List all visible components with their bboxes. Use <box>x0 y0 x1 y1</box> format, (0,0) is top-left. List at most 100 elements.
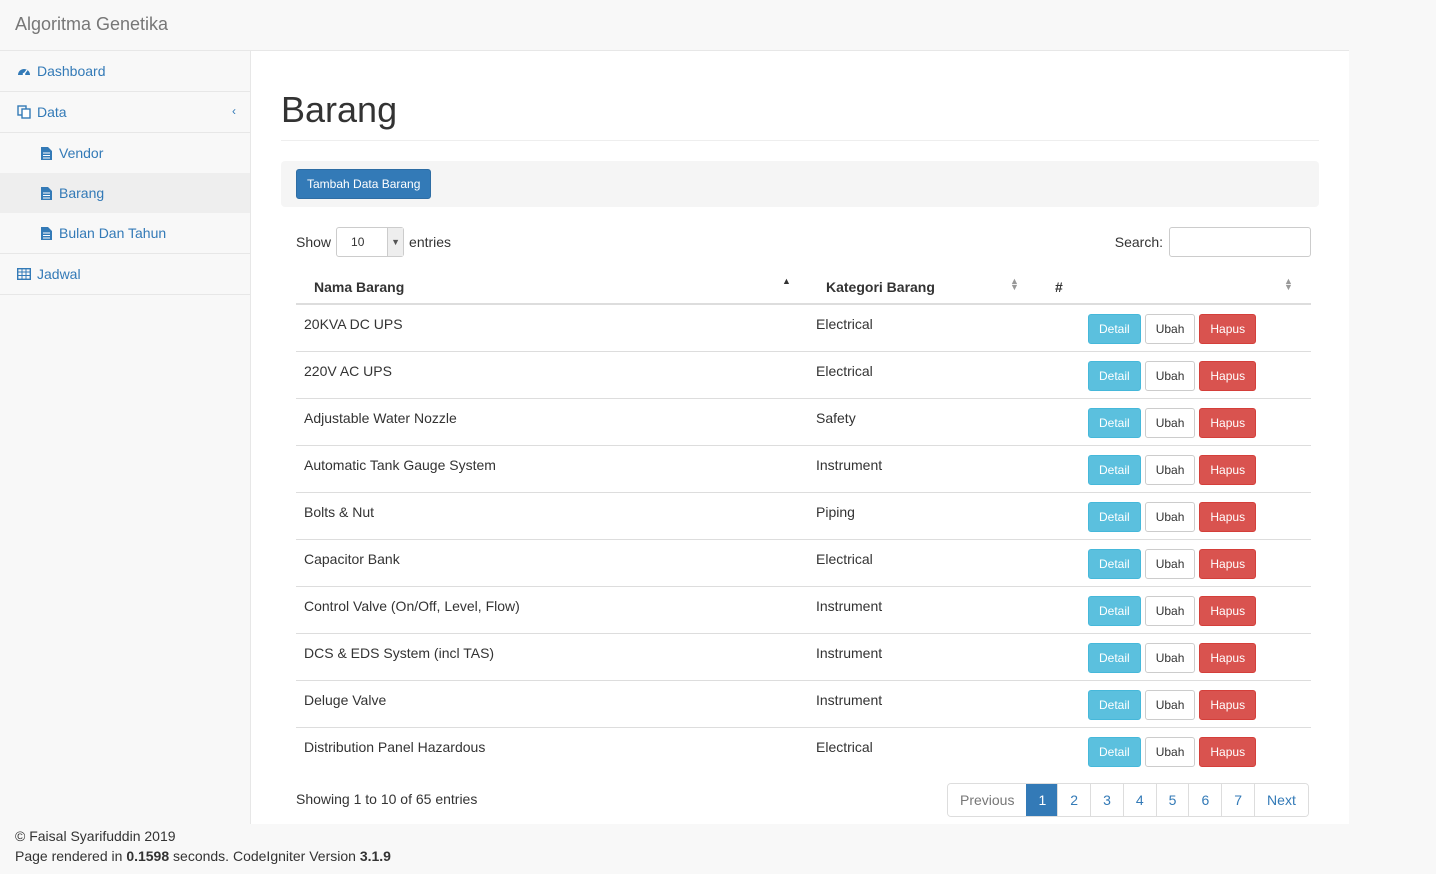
delete-button[interactable]: Hapus <box>1199 361 1257 391</box>
delete-button[interactable]: Hapus <box>1199 643 1257 673</box>
sidebar-item-label: Data <box>37 104 67 120</box>
sidebar-item-dashboard[interactable]: Dashboard <box>0 51 250 92</box>
table-row: 20KVA DC UPS Electrical Detail Ubah Hapus <box>296 305 1311 352</box>
sort-icon[interactable]: ▲ ▼ <box>1010 277 1019 292</box>
footer-text: seconds. CodeIgniter Version <box>169 848 360 864</box>
sidebar-item-label: Jadwal <box>37 266 81 282</box>
copy-icon <box>16 105 32 119</box>
table-row: Distribution Panel Hazardous Electrical De… <box>296 728 1311 775</box>
table-row: DCS & EDS System (incl TAS) Instrument Det… <box>296 634 1311 681</box>
edit-button[interactable]: Ubah <box>1144 408 1196 438</box>
sidebar-item-jadwal[interactable]: Jadwal <box>0 254 250 295</box>
cell-kategori-barang: Electrical <box>816 363 873 379</box>
edit-button[interactable]: Ubah <box>1144 549 1196 579</box>
pagination-page-3[interactable]: 3 <box>1090 784 1123 816</box>
delete-button[interactable]: Hapus <box>1199 408 1257 438</box>
delete-button[interactable]: Hapus <box>1199 690 1257 720</box>
detail-button[interactable]: Detail <box>1088 737 1141 767</box>
edit-button[interactable]: Ubah <box>1144 455 1196 485</box>
file-icon <box>38 146 54 160</box>
edit-button[interactable]: Ubah <box>1144 596 1196 626</box>
add-barang-button[interactable]: Tambah Data Barang <box>296 169 432 199</box>
cell-nama-barang: Bolts & Nut <box>304 504 375 520</box>
app-brand[interactable]: Algoritma Genetika <box>15 14 168 35</box>
row-actions: Detail Ubah Hapus <box>1088 596 1257 626</box>
cell-nama-barang: Control Valve (On/Off, Level, Flow) <box>304 598 520 614</box>
detail-button[interactable]: Detail <box>1088 502 1141 532</box>
table-row: Adjustable Water Nozzle Safety Detail Ubah H… <box>296 399 1311 446</box>
pagination-previous[interactable]: Previous <box>948 784 1027 816</box>
column-header-actions[interactable]: # <box>1055 279 1063 295</box>
edit-button[interactable]: Ubah <box>1144 502 1196 532</box>
sidebar-item-label: Barang <box>59 185 105 201</box>
sidebar: Dashboard Data ‹ Vendor Barang Bulan Dan… <box>0 51 251 824</box>
search-label: Search: <box>1114 234 1163 250</box>
search-input[interactable] <box>1169 227 1311 257</box>
pagination-page-5[interactable]: 5 <box>1155 784 1189 816</box>
cell-nama-barang: DCS & EDS System (incl TAS) <box>304 645 495 661</box>
detail-button[interactable]: Detail <box>1088 643 1141 673</box>
column-header-kategori-barang[interactable]: Kategori Barang <box>826 279 935 295</box>
pagination-next[interactable]: Next <box>1254 784 1308 816</box>
entries-select-value: 10 <box>351 235 365 249</box>
column-header-nama-barang[interactable]: Nama Barang <box>314 279 404 295</box>
footer-render-info: Page rendered in 0.1598 seconds. CodeIgn… <box>15 846 391 866</box>
row-actions: Detail Ubah Hapus <box>1088 361 1257 391</box>
detail-button[interactable]: Detail <box>1088 549 1141 579</box>
cell-kategori-barang: Piping <box>816 504 855 520</box>
footer-text: Page rendered in <box>15 848 127 864</box>
delete-button[interactable]: Hapus <box>1199 549 1257 579</box>
pagination-page-4[interactable]: 4 <box>1122 784 1156 816</box>
row-actions: Detail Ubah Hapus <box>1088 690 1257 720</box>
delete-button[interactable]: Hapus <box>1199 502 1257 532</box>
page-title: Barang <box>281 89 398 130</box>
pagination-page-2[interactable]: 2 <box>1057 784 1091 816</box>
entries-label: entries <box>409 234 452 250</box>
edit-button[interactable]: Ubah <box>1144 690 1196 720</box>
cell-kategori-barang: Electrical <box>816 551 873 567</box>
detail-button[interactable]: Detail <box>1088 408 1141 438</box>
detail-button[interactable]: Detail <box>1088 690 1141 720</box>
table-header: Nama Barang ▲ Kategori Barang ▲ ▼ # ▲ ▼ <box>296 273 1311 305</box>
cell-kategori-barang: Instrument <box>816 457 883 473</box>
entries-select[interactable]: 10 ▼ <box>336 227 405 257</box>
cell-nama-barang: Deluge Valve <box>304 692 387 708</box>
divider <box>281 140 1319 141</box>
table-body: 20KVA DC UPS Electrical Detail Ubah Hapus 220… <box>296 305 1311 775</box>
detail-button[interactable]: Detail <box>1088 596 1141 626</box>
edit-button[interactable]: Ubah <box>1144 737 1196 767</box>
sidebar-item-barang[interactable]: Barang <box>0 173 250 213</box>
pagination-page-6[interactable]: 6 <box>1188 784 1222 816</box>
pagination: Previous 1 2 3 4 5 6 7 Next <box>947 783 1309 817</box>
search-control: Search: <box>1115 227 1311 257</box>
sidebar-item-vendor[interactable]: Vendor <box>0 133 250 173</box>
cell-kategori-barang: Instrument <box>816 598 883 614</box>
table-row: Capacitor Bank Electrical Detail Ubah Hapus <box>296 540 1311 587</box>
cell-kategori-barang: Instrument <box>816 692 883 708</box>
chevron-left-icon: ‹ <box>232 104 236 118</box>
delete-button[interactable]: Hapus <box>1199 314 1257 344</box>
cell-kategori-barang: Safety <box>816 410 856 426</box>
table-row: Control Valve (On/Off, Level, Flow) Instr… <box>296 587 1311 634</box>
delete-button[interactable]: Hapus <box>1199 737 1257 767</box>
pagination-page-7[interactable]: 7 <box>1221 784 1255 816</box>
detail-button[interactable]: Detail <box>1088 361 1141 391</box>
detail-button[interactable]: Detail <box>1088 314 1141 344</box>
cell-kategori-barang: Electrical <box>816 739 873 755</box>
sort-ascending-icon[interactable]: ▲ <box>782 277 791 286</box>
edit-button[interactable]: Ubah <box>1144 643 1196 673</box>
sidebar-item-bulan-dan-tahun[interactable]: Bulan Dan Tahun <box>0 213 250 253</box>
footer: © Faisal Syarifuddin 2019 Page rendered … <box>15 826 391 866</box>
pagination-page-1[interactable]: 1 <box>1026 784 1058 816</box>
row-actions: Detail Ubah Hapus <box>1088 737 1257 767</box>
show-label: Show <box>296 234 332 250</box>
edit-button[interactable]: Ubah <box>1144 314 1196 344</box>
edit-button[interactable]: Ubah <box>1144 361 1196 391</box>
sidebar-item-data[interactable]: Data ‹ <box>0 92 250 133</box>
delete-button[interactable]: Hapus <box>1199 596 1257 626</box>
detail-button[interactable]: Detail <box>1088 455 1141 485</box>
table-icon <box>16 267 32 281</box>
delete-button[interactable]: Hapus <box>1199 455 1257 485</box>
sort-icon[interactable]: ▲ ▼ <box>1284 277 1293 292</box>
dashboard-icon <box>16 64 32 78</box>
